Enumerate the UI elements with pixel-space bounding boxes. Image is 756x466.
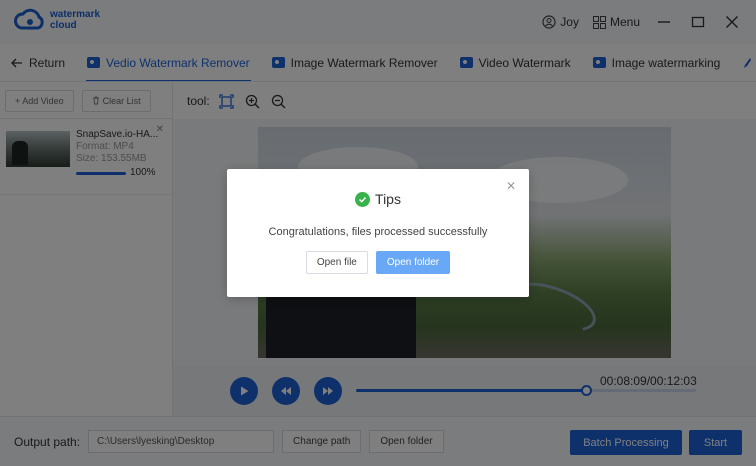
open-folder-label: Open folder — [386, 257, 440, 268]
dialog-buttons: Open file Open folder — [227, 251, 529, 274]
dialog-message: Congratulations, files processed success… — [268, 226, 488, 238]
app-window: watermark cloud Joy Menu — [0, 0, 756, 466]
success-check-icon — [355, 191, 371, 207]
open-folder-button[interactable]: Open folder — [375, 251, 451, 274]
open-file-button[interactable]: Open file — [305, 251, 368, 274]
open-file-label: Open file — [316, 257, 357, 268]
dialog-title: Tips — [227, 191, 529, 207]
tips-dialog: ✕ Tips Congratulations, files processed … — [227, 169, 529, 297]
dialog-title-text: Tips — [375, 191, 401, 207]
